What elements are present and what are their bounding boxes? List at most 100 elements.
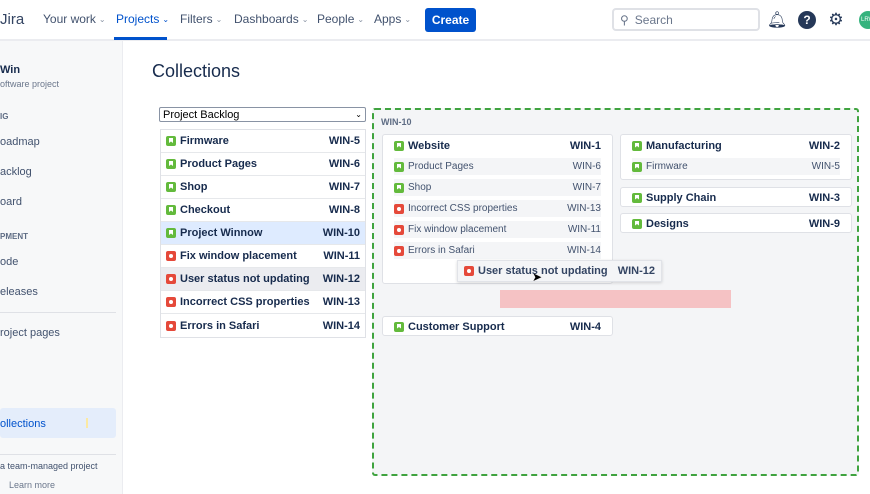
issue-title: Product Pages xyxy=(408,161,474,172)
project-name: Win xyxy=(0,64,21,76)
issue-title: Product Pages xyxy=(180,158,258,170)
issue-key: WIN-8 xyxy=(328,204,360,216)
backlog-row[interactable]: Project Winnow WIN-10 xyxy=(161,222,365,245)
issue-title: Checkout xyxy=(180,204,231,216)
issue-key: WIN-6 xyxy=(328,158,360,170)
child-issue[interactable]: Firmware WIN-5 xyxy=(632,158,840,175)
nav-apps[interactable]: Apps ⌄ xyxy=(374,12,411,26)
sidebar-item-backlog[interactable]: acklog xyxy=(0,166,32,178)
search-icon: ⚲ xyxy=(620,12,629,27)
search-input[interactable]: ⚲ Search xyxy=(612,8,760,31)
child-issue[interactable]: Errors in Safari WIN-14 xyxy=(394,242,601,259)
sidebar-divider xyxy=(0,454,116,455)
nav-dashboards[interactable]: Dashboards ⌄ xyxy=(234,12,308,26)
backlog-row[interactable]: Incorrect CSS properties WIN-13 xyxy=(161,291,365,314)
issue-title: Fix window placement xyxy=(408,224,507,235)
chevron-down-icon: ⌄ xyxy=(162,14,170,24)
child-issue[interactable]: Shop WIN-7 xyxy=(394,179,601,196)
search-placeholder: Search xyxy=(634,12,673,27)
nav-label: Projects xyxy=(116,12,160,26)
card-title: Designs xyxy=(646,217,689,230)
sidebar-item-board[interactable]: oard xyxy=(0,196,22,208)
active-tab-indicator xyxy=(114,37,167,40)
backlog-list: Firmware WIN-5 Product Pages WIN-6 Shop WIN-7… xyxy=(160,129,366,338)
card-title: Manufacturing xyxy=(646,139,722,152)
bug-icon xyxy=(394,245,404,256)
issue-key: WIN-11 xyxy=(567,224,601,235)
create-button[interactable]: Create xyxy=(425,8,476,32)
learn-more-link[interactable]: Learn more xyxy=(9,480,55,490)
bug-icon xyxy=(166,274,176,284)
epic-card-customer-support[interactable]: Customer Support WIN-4 xyxy=(382,316,613,336)
backlog-row[interactable]: Errors in Safari WIN-14 xyxy=(161,314,365,337)
child-issue[interactable]: Product Pages WIN-6 xyxy=(394,158,601,175)
project-type: oftware project xyxy=(0,79,60,89)
issue-key: WIN-14 xyxy=(322,319,360,332)
story-icon xyxy=(166,182,176,192)
bug-icon xyxy=(166,251,176,261)
nav-label: Filters xyxy=(180,12,213,26)
issue-key: WIN-7 xyxy=(328,181,360,193)
backlog-row[interactable]: Firmware WIN-5 xyxy=(161,130,365,153)
story-icon xyxy=(394,321,404,332)
story-icon xyxy=(394,182,404,193)
story-icon xyxy=(632,192,642,203)
notifications-icon[interactable]: 🔔︎ xyxy=(767,11,787,29)
jira-logo[interactable]: Jira xyxy=(0,11,24,28)
sidebar-item-code[interactable]: ode xyxy=(0,256,18,268)
sidebar-item-releases[interactable]: eleases xyxy=(0,286,38,298)
bug-icon xyxy=(394,224,404,235)
chevron-down-icon: ⌄ xyxy=(355,110,362,119)
sidebar-item-roadmap[interactable]: oadmap xyxy=(0,136,40,148)
nav-label: Apps xyxy=(374,12,402,26)
story-icon xyxy=(632,218,642,229)
issue-title: Incorrect CSS properties xyxy=(180,296,310,308)
select-value: Project Backlog xyxy=(163,108,240,121)
team-managed-note: a team-managed project xyxy=(0,461,98,471)
backlog-select[interactable]: Project Backlog ⌄ xyxy=(159,107,366,122)
nav-projects[interactable]: Projects ⌄ xyxy=(116,12,169,26)
epic-card-supply-chain[interactable]: Supply Chain WIN-3 xyxy=(620,187,852,207)
backlog-row[interactable]: Fix window placement WIN-11 xyxy=(161,245,365,268)
sidebar-item-label: ollections xyxy=(0,418,46,430)
backlog-row[interactable]: Shop WIN-7 xyxy=(161,176,365,199)
issue-title: Firmware xyxy=(646,161,688,172)
nav-label: Your work xyxy=(43,12,96,26)
avatar[interactable]: LRW xyxy=(859,11,870,29)
backlog-row[interactable]: User status not updating WIN-12 xyxy=(161,268,365,291)
issue-title: Incorrect CSS properties xyxy=(408,203,518,214)
nav-your-work[interactable]: Your work ⌄ xyxy=(43,12,106,26)
backlog-row[interactable]: Checkout WIN-8 xyxy=(161,199,365,222)
page-title: Collections xyxy=(152,61,241,81)
indicator xyxy=(86,418,88,428)
issue-key: WIN-14 xyxy=(567,245,601,256)
child-issue[interactable]: Incorrect CSS properties WIN-13 xyxy=(394,200,601,217)
card-key: WIN-4 xyxy=(569,320,601,333)
collection-label: WIN-10 xyxy=(381,117,412,127)
issue-title: Firmware xyxy=(180,135,229,147)
card-key: WIN-3 xyxy=(808,191,840,204)
nav-filters[interactable]: Filters ⌄ xyxy=(180,12,222,26)
backlog-row[interactable]: Product Pages WIN-6 xyxy=(161,153,365,176)
drop-indicator xyxy=(500,290,731,308)
card-title: Website xyxy=(408,139,450,152)
epic-card-designs[interactable]: Designs WIN-9 xyxy=(620,213,852,233)
nav-people[interactable]: People ⌄ xyxy=(317,12,364,26)
issue-key: WIN-12 xyxy=(322,273,360,285)
card-header: Website WIN-1 xyxy=(394,136,601,155)
bug-icon xyxy=(166,320,176,331)
nav-label: People xyxy=(317,12,355,26)
help-icon[interactable]: ? xyxy=(798,11,816,29)
child-issue[interactable]: Fix window placement WIN-11 xyxy=(394,221,601,238)
sidebar-item-project-pages[interactable]: roject pages xyxy=(0,327,60,339)
settings-gear-icon[interactable]: ⚙ xyxy=(827,10,845,29)
chevron-down-icon: ⌄ xyxy=(301,14,309,24)
chevron-down-icon: ⌄ xyxy=(357,14,365,24)
story-icon xyxy=(632,161,642,172)
story-icon xyxy=(166,228,176,238)
issue-key: WIN-11 xyxy=(323,250,360,262)
dragged-issue[interactable]: User status not updating WIN-12 xyxy=(457,260,662,282)
sidebar-divider xyxy=(0,312,116,313)
issue-title: User status not updating xyxy=(478,265,608,277)
epic-card-manufacturing[interactable]: Manufacturing WIN-2 Firmware WIN-5 xyxy=(620,134,852,180)
